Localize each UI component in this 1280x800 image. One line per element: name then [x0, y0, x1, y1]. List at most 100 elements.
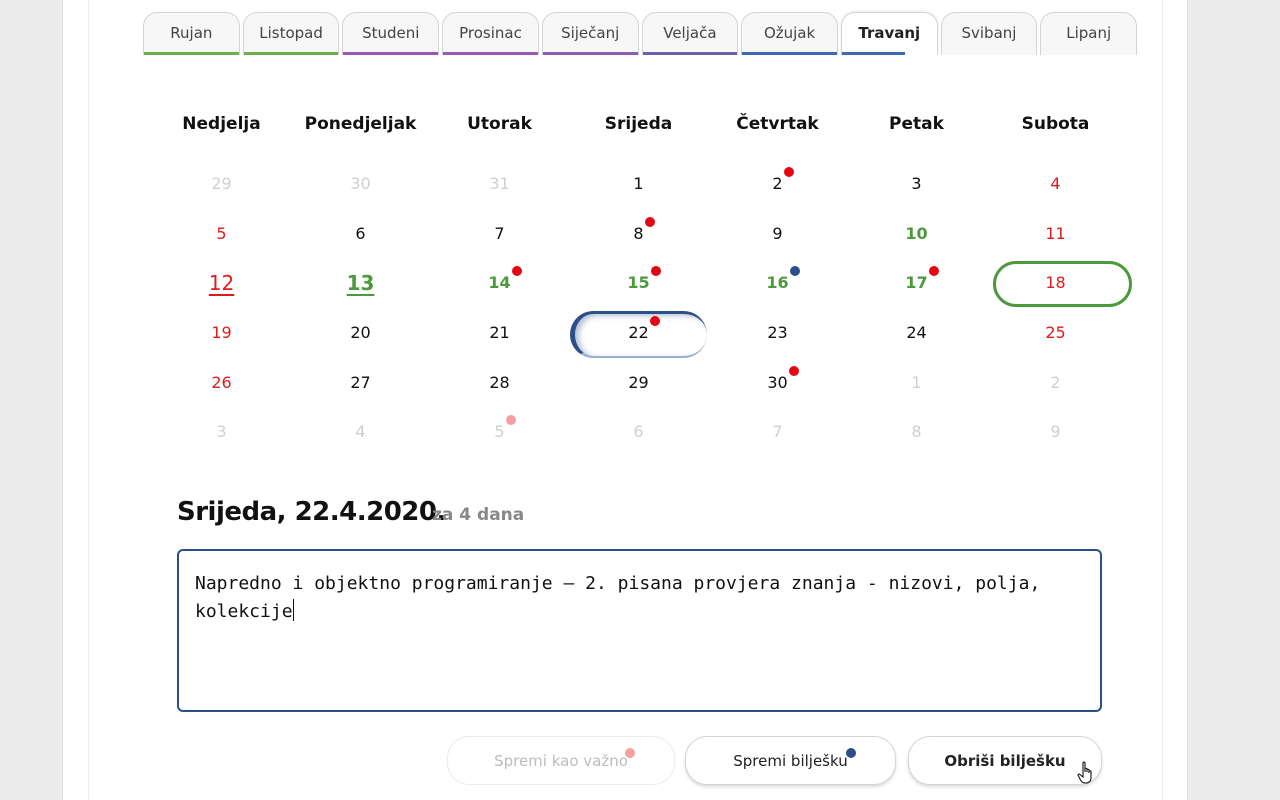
calendar-day[interactable]: 20 — [291, 308, 430, 358]
delete-note-button[interactable]: Obriši bilješku — [908, 736, 1102, 785]
day-number: 8 — [911, 422, 922, 442]
tab-listopad[interactable]: Listopad — [242, 12, 340, 55]
calendar-day[interactable]: 1 — [569, 159, 708, 209]
calendar-day[interactable]: 11 — [986, 209, 1125, 259]
note-dot-icon — [650, 266, 661, 277]
tab-ožujak[interactable]: Ožujak — [741, 12, 838, 55]
calendar-day[interactable]: 30 — [291, 159, 430, 209]
calendar-day[interactable]: 12 — [152, 258, 291, 308]
note-dot-icon — [783, 167, 794, 178]
calendar-day[interactable]: 6 — [569, 407, 708, 457]
weekday-label: Nedjelja — [182, 114, 261, 134]
day-number: 11 — [1045, 223, 1066, 243]
calendar-day[interactable]: 28 — [430, 357, 569, 407]
calendar-day[interactable]: 16 — [708, 258, 847, 308]
day-number: 19 — [211, 323, 232, 343]
tab-label: Prosinac — [459, 23, 522, 42]
calendar-day[interactable]: 29 — [569, 357, 708, 407]
tab-color-bar — [343, 52, 439, 55]
calendar-day[interactable]: 10 — [847, 209, 986, 259]
calendar-day[interactable]: 2 — [708, 159, 847, 209]
day-number: 1 — [633, 174, 644, 194]
note-dot-icon — [511, 266, 522, 277]
day-number: 18 — [1045, 273, 1066, 293]
calendar-day[interactable]: 30 — [708, 357, 847, 407]
note-dot-icon — [789, 266, 800, 277]
tab-label: Lipanj — [1066, 23, 1112, 42]
calendar-day[interactable]: 15 — [569, 258, 708, 308]
calendar-day[interactable]: 29 — [152, 159, 291, 209]
save-as-important-button[interactable]: Spremi kao važno — [447, 736, 675, 785]
tab-label: Listopad — [259, 23, 323, 42]
selected-date-title: Srijeda, 22.4.2020. — [177, 497, 446, 527]
day-number: 26 — [211, 372, 232, 392]
day-number: 7 — [494, 223, 505, 243]
calendar-day[interactable]: 6 — [291, 209, 430, 259]
tab-veljača[interactable]: Veljača — [641, 12, 739, 55]
calendar-day[interactable]: 14 — [430, 258, 569, 308]
calendar-day[interactable]: 24 — [847, 308, 986, 358]
day-number: 2 — [772, 167, 794, 193]
calendar-day[interactable]: 18 — [986, 258, 1132, 308]
calendar-day[interactable]: 26 — [152, 357, 291, 407]
day-number: 31 — [489, 174, 510, 194]
tab-color-bar — [542, 52, 638, 55]
day-number: 30 — [767, 365, 799, 392]
save-note-button[interactable]: Spremi bilješku — [685, 736, 896, 785]
save-note-label: Spremi bilješku — [733, 751, 848, 770]
day-number: 22 — [628, 316, 660, 342]
calendar-day[interactable]: 13 — [291, 258, 430, 308]
month-tabs: Rujan Listopad Studeni Prosinac Siječanj Velj… — [143, 12, 1138, 56]
tab-travanj[interactable]: Travanj — [840, 12, 938, 55]
calendar-day[interactable]: 17 — [847, 258, 986, 308]
weekday-label: Petak — [889, 114, 944, 134]
important-dot-icon — [625, 748, 635, 758]
weekday-label: Subota — [1021, 114, 1090, 134]
calendar-day[interactable]: 4 — [291, 407, 430, 457]
calendar-day[interactable]: 23 — [708, 308, 847, 358]
day-number: 28 — [489, 372, 510, 392]
tab-label: Studeni — [362, 23, 420, 42]
calendar-day[interactable]: 4 — [986, 159, 1125, 209]
tab-lipanj[interactable]: Lipanj — [1040, 12, 1138, 55]
calendar-day[interactable]: 8 — [569, 209, 708, 259]
calendar-day[interactable]: 7 — [430, 209, 569, 259]
tab-color-bar — [443, 52, 538, 55]
day-number: 9 — [772, 223, 783, 243]
day-number: 21 — [489, 323, 510, 343]
calendar-day[interactable]: 31 — [430, 159, 569, 209]
tab-prosinac[interactable]: Prosinac — [442, 12, 539, 55]
day-number: 20 — [350, 323, 371, 343]
calendar-day[interactable]: 8 — [847, 407, 986, 457]
calendar-day[interactable]: 7 — [708, 407, 847, 457]
day-number: 3 — [911, 174, 922, 194]
calendar-day[interactable]: 3 — [152, 407, 291, 457]
calendar-day[interactable]: 22 — [569, 308, 708, 358]
calendar-day[interactable]: 19 — [152, 308, 291, 358]
calendar-day[interactable]: 27 — [291, 357, 430, 407]
day-number: 1 — [911, 372, 922, 392]
weekday-header: Nedjelja Ponedjeljak Utorak Srijeda Četvrtak… — [152, 99, 1132, 149]
calendar-day[interactable]: 21 — [430, 308, 569, 358]
day-number: 30 — [350, 174, 371, 194]
tab-studeni[interactable]: Studeni — [342, 12, 440, 55]
calendar-day[interactable]: 1 — [847, 357, 986, 407]
calendar-day[interactable]: 25 — [986, 308, 1125, 358]
calendar-day[interactable]: 9 — [708, 209, 847, 259]
weekday-label: Ponedjeljak — [304, 114, 417, 134]
note-dot-icon — [505, 415, 516, 426]
note-dot-icon — [928, 266, 939, 277]
calendar-day[interactable]: 2 — [986, 357, 1125, 407]
day-number: 4 — [355, 422, 366, 442]
tab-rujan[interactable]: Rujan — [143, 12, 240, 55]
tab-label: Siječanj — [561, 23, 620, 42]
tab-siječanj[interactable]: Siječanj — [541, 12, 639, 55]
weekday-label: Utorak — [467, 114, 532, 134]
calendar-day[interactable]: 5 — [152, 209, 291, 259]
tab-svibanj[interactable]: Svibanj — [940, 12, 1038, 55]
calendar-day[interactable]: 5 — [430, 407, 569, 457]
note-textarea[interactable]: Napredno i objektno programiranje — 2. p… — [177, 549, 1102, 712]
calendar-day[interactable]: 3 — [847, 159, 986, 209]
calendar-day[interactable]: 9 — [986, 407, 1125, 457]
day-number: 16 — [766, 266, 800, 292]
